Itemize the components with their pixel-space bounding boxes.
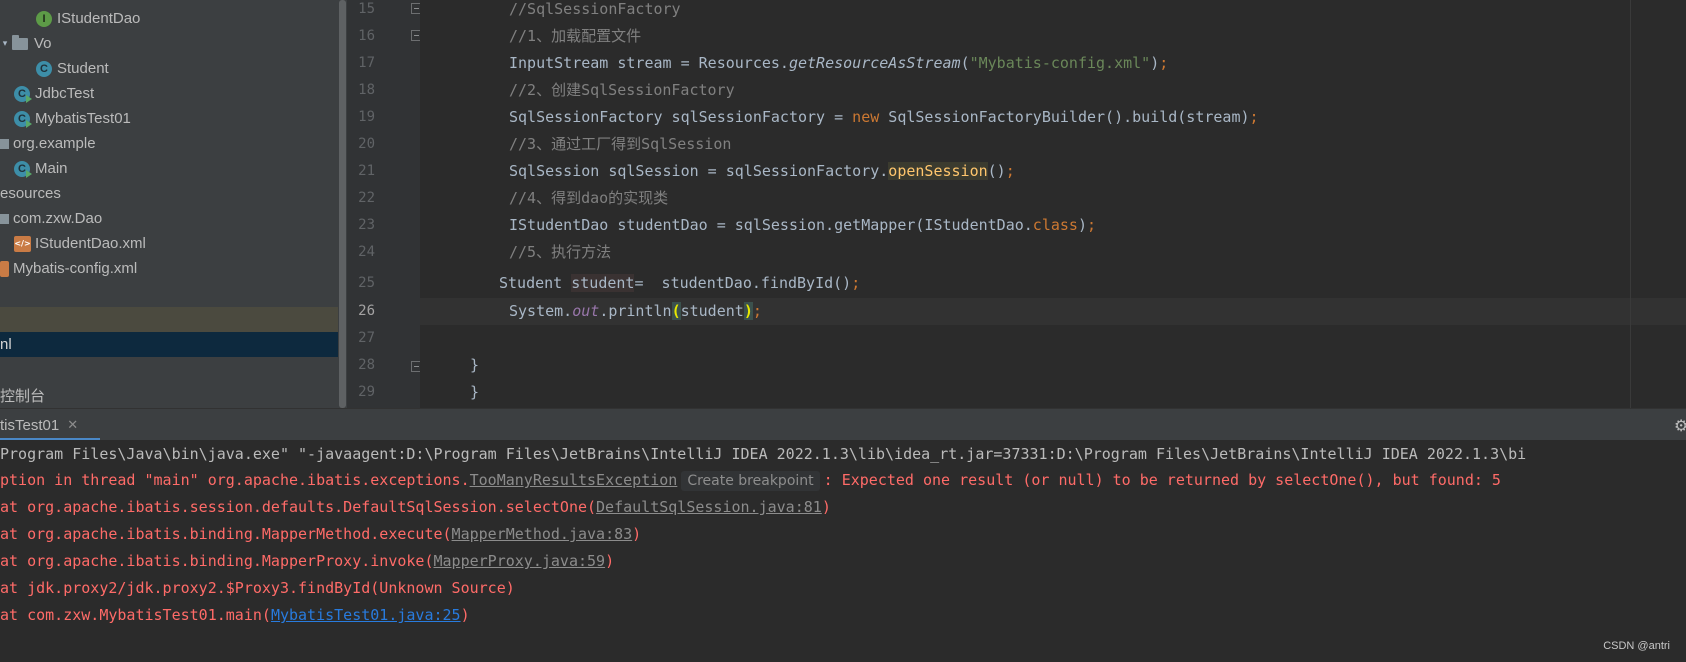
- create-breakpoint-button[interactable]: Create breakpoint: [681, 471, 820, 491]
- source-link[interactable]: MapperMethod.java:83: [452, 525, 633, 543]
- code-line-25: Student student= studentDao.findById();: [499, 274, 861, 292]
- run-tool-window-header: tisTest01 ✕ ⚙: [0, 408, 1686, 441]
- run-console[interactable]: Program Files\Java\bin\java.exe" "-javaa…: [0, 440, 1686, 662]
- run-tab-label: tisTest01: [0, 416, 60, 434]
- tree-item-label: Student: [57, 60, 109, 77]
- line-number: 25: [358, 275, 375, 291]
- source-link[interactable]: MapperProxy.java:59: [433, 552, 605, 570]
- tree-item-label: Vo: [34, 35, 52, 52]
- console-line-exception: ption in thread "main" org.apache.ibatis…: [0, 471, 1501, 491]
- line-number: 29: [358, 384, 375, 400]
- editor-gutter: 15 16 17 18 19 20 21 22 23 24 25 26 27 2…: [347, 0, 422, 408]
- tree-item-mybatistest01[interactable]: C MybatisTest01: [0, 106, 338, 131]
- tree-item-label: 控制台: [0, 388, 46, 405]
- tree-item-main[interactable]: C Main: [0, 156, 338, 181]
- tree-item-selected[interactable]: nl: [0, 332, 338, 357]
- folder-icon: [12, 34, 28, 50]
- interface-icon: I: [36, 10, 52, 27]
- line-number: 28: [358, 357, 375, 373]
- tree-item-label: IStudentDao.xml: [35, 235, 146, 252]
- package-icon: [0, 138, 9, 149]
- code-line-22: //4、得到dao的实现类: [509, 189, 669, 207]
- chevron-down-icon[interactable]: ▾: [0, 39, 10, 49]
- code-line-28: }: [470, 356, 480, 374]
- close-icon[interactable]: ✕: [67, 418, 78, 433]
- code-line-24: //5、执行方法: [509, 243, 612, 261]
- tree-item-vo[interactable]: ▾ Vo: [0, 31, 338, 56]
- source-link[interactable]: DefaultSqlSession.java:81: [596, 498, 822, 516]
- tree-item-istudentdao[interactable]: I IStudentDao: [0, 6, 338, 31]
- project-tree: I IStudentDao ▾ Vo C Student C JdbcTest …: [0, 0, 338, 408]
- code-line-21: SqlSession sqlSession = sqlSessionFactor…: [509, 162, 1015, 180]
- line-number: 24: [358, 244, 375, 260]
- class-icon: C: [36, 60, 52, 77]
- watermark: CSDN @antri: [1603, 640, 1670, 652]
- right-margin-guide: [1630, 0, 1631, 408]
- tree-item-highlighted[interactable]: [0, 307, 338, 332]
- tree-item-student[interactable]: C Student: [0, 56, 338, 81]
- line-number-current: 26: [358, 303, 375, 319]
- tree-item-mybatis-config-xml[interactable]: Mybatis-config.xml: [0, 256, 338, 281]
- line-number: 21: [358, 163, 375, 179]
- gear-icon[interactable]: ⚙: [1674, 416, 1686, 435]
- console-line-trace: at com.zxw.MybatisTest01.main(MybatisTes…: [0, 606, 470, 624]
- code-line-17: InputStream stream = Resources.getResour…: [509, 54, 1169, 72]
- runnable-class-icon: C: [14, 85, 32, 103]
- tree-item-label: org.example: [13, 135, 96, 152]
- tree-item-label: com.zxw.Dao: [13, 210, 103, 227]
- line-number: 18: [358, 82, 375, 98]
- code-line-18: //2、创建SqlSessionFactory: [509, 81, 735, 99]
- tree-scrollbar[interactable]: [338, 0, 347, 408]
- scrollbar-thumb[interactable]: [339, 0, 346, 408]
- code-editor[interactable]: //SqlSessionFactory //1、加载配置文件 InputStre…: [420, 0, 1686, 408]
- tree-item-console[interactable]: 控制台: [0, 383, 338, 408]
- line-number: 20: [358, 136, 375, 152]
- tree-item-label: MybatisTest01: [35, 110, 131, 127]
- tree-item-label: Mybatis-config.xml: [13, 260, 138, 277]
- tree-item-label: Main: [35, 160, 68, 177]
- xml-file-icon: [0, 260, 9, 277]
- console-line-command: Program Files\Java\bin\java.exe" "-javaa…: [0, 445, 1527, 463]
- tree-item-org-example[interactable]: org.example: [0, 131, 338, 156]
- line-number: 27: [358, 330, 375, 346]
- source-link[interactable]: MybatisTest01.java:25: [271, 606, 461, 624]
- line-number: 19: [358, 109, 375, 125]
- line-number: 16: [358, 28, 375, 44]
- console-line-trace: at org.apache.ibatis.binding.MapperMetho…: [0, 525, 642, 543]
- console-line-trace: at org.apache.ibatis.binding.MapperProxy…: [0, 552, 615, 570]
- code-line-29: }: [470, 383, 480, 401]
- tree-item-resources[interactable]: esources: [0, 181, 338, 206]
- xml-file-icon: </>: [14, 235, 31, 252]
- tree-item-com-zxw-dao[interactable]: com.zxw.Dao: [0, 206, 338, 231]
- code-line-16: //1、加载配置文件: [509, 27, 642, 45]
- code-line-23: IStudentDao studentDao = sqlSession.getM…: [509, 216, 1097, 234]
- tree-item-istudentdao-xml[interactable]: </> IStudentDao.xml: [0, 231, 338, 256]
- code-line-19: SqlSessionFactory sqlSessionFactory = ne…: [509, 108, 1259, 126]
- code-line-26: System.out.println(student);: [509, 302, 762, 320]
- tree-item-label: esources: [0, 185, 61, 202]
- runnable-class-icon: C: [14, 110, 32, 128]
- tree-item-label: JdbcTest: [35, 85, 95, 102]
- tree-item-jdbctest[interactable]: C JdbcTest: [0, 81, 338, 106]
- console-line-trace: at org.apache.ibatis.session.defaults.De…: [0, 498, 831, 516]
- line-number: 23: [358, 217, 375, 233]
- package-icon: [0, 213, 9, 224]
- tree-item-label: IStudentDao: [57, 10, 141, 27]
- console-line-trace: at jdk.proxy2/jdk.proxy2.$Proxy3.findByI…: [0, 579, 515, 597]
- code-line-20: //3、通过工厂得到SqlSession: [509, 135, 732, 153]
- exception-class-link[interactable]: TooManyResultsException: [470, 471, 678, 489]
- line-number: 15: [358, 1, 375, 17]
- line-number: 17: [358, 55, 375, 71]
- runnable-class-icon: C: [14, 160, 32, 178]
- tab-run-mybatistest01[interactable]: tisTest01 ✕: [0, 409, 86, 441]
- code-line-15: //SqlSessionFactory: [509, 0, 681, 18]
- tree-item-label: nl: [0, 336, 12, 353]
- line-number: 22: [358, 190, 375, 206]
